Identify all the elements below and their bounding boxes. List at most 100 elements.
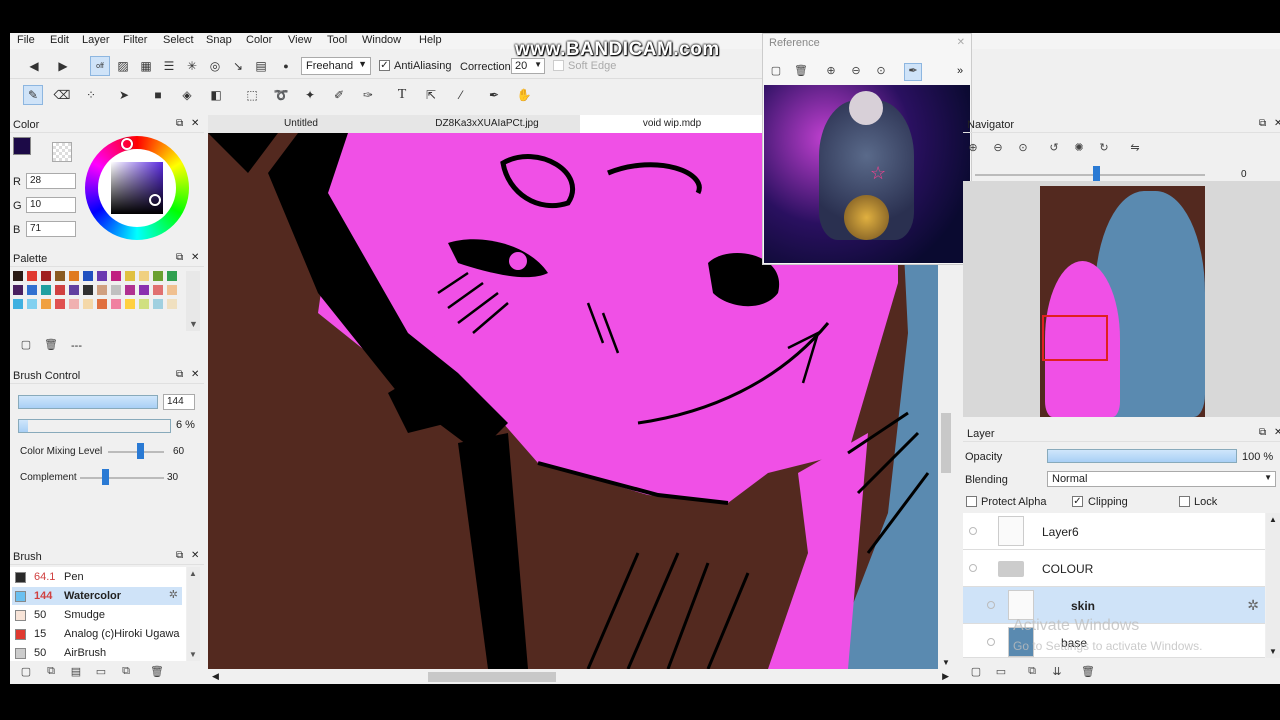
complement-knob[interactable] [102, 469, 109, 485]
palette-swatch[interactable] [153, 299, 163, 309]
palette-swatch[interactable] [27, 271, 37, 281]
snap-curve-icon[interactable]: ↘ [228, 56, 248, 76]
close-icon[interactable]: ✕ [191, 118, 199, 129]
dot-icon[interactable]: ● [276, 56, 296, 76]
palette-swatch[interactable] [139, 299, 149, 309]
select-eraser-icon[interactable]: ✑ [358, 85, 378, 105]
visibility-icon[interactable] [987, 601, 995, 609]
sv-handle[interactable] [149, 194, 161, 206]
palette-swatch[interactable] [55, 271, 65, 281]
r-field[interactable]: 28 [26, 173, 76, 189]
hand-tool-icon[interactable]: ✋ [514, 85, 534, 105]
brush-item-watercolor[interactable]: 144 Watercolor ✲ [12, 587, 182, 605]
mixing-knob[interactable] [137, 443, 144, 459]
brush-item-pen[interactable]: 64.1 Pen [12, 568, 182, 586]
palette-swatch[interactable] [13, 285, 23, 295]
menu-view[interactable]: View [288, 34, 312, 46]
palette-swatch[interactable] [69, 299, 79, 309]
undock-icon[interactable]: ⧉ [176, 550, 183, 561]
palette-swatch[interactable] [97, 285, 107, 295]
folder-icon[interactable]: ▭ [94, 665, 108, 679]
blending-select[interactable]: Normal ▼ [1047, 471, 1276, 487]
layer-row-colour[interactable]: COLOUR [963, 550, 1265, 587]
clipping-checkbox[interactable]: ✓ [1072, 496, 1083, 507]
palette-swatch[interactable] [97, 299, 107, 309]
snap-lines-icon[interactable]: ☰ [159, 56, 179, 76]
snap-grid-icon[interactable]: ▦ [136, 56, 156, 76]
rotate-right-icon[interactable]: ↻ [1097, 141, 1111, 155]
palette-swatch[interactable] [153, 271, 163, 281]
mixing-track[interactable] [108, 451, 164, 453]
palette-swatch[interactable] [167, 285, 177, 295]
palette-swatch[interactable] [27, 285, 37, 295]
palette-swatch[interactable] [13, 299, 23, 309]
sv-square[interactable] [111, 162, 163, 214]
menu-edit[interactable]: Edit [50, 34, 69, 46]
snap-parallel-icon[interactable]: ▨ [113, 56, 133, 76]
text-tool-icon[interactable]: T [392, 85, 412, 105]
palette-swatch[interactable] [153, 285, 163, 295]
lasso-tool-icon[interactable]: ➰ [271, 85, 291, 105]
antialiasing-checkbox[interactable]: ✓ [379, 60, 390, 71]
transparent-swatch[interactable] [52, 142, 72, 162]
palette-swatch[interactable] [167, 299, 177, 309]
close-icon[interactable]: ✕ [957, 37, 965, 48]
menu-filter[interactable]: Filter [123, 34, 147, 46]
zoom-reset-icon[interactable]: ⊙ [874, 64, 888, 78]
snap-perspective-icon[interactable]: ▤ [251, 56, 271, 76]
duplicate-icon[interactable]: ⧉ [119, 665, 133, 679]
visibility-icon[interactable] [969, 564, 977, 572]
palette-swatch[interactable] [27, 299, 37, 309]
lock-checkbox[interactable] [1179, 496, 1190, 507]
dot-tool-icon[interactable]: ⁘ [81, 85, 101, 105]
zoom-out-icon[interactable]: ⊖ [991, 141, 1005, 155]
close-icon[interactable]: ✕ [191, 252, 199, 263]
zoom-in-icon[interactable]: ⊕ [824, 64, 838, 78]
undock-icon[interactable]: ⧉ [176, 252, 183, 263]
close-icon[interactable]: ✕ [191, 550, 199, 561]
palette-swatch[interactable] [55, 285, 65, 295]
palette-swatch[interactable] [41, 271, 51, 281]
b-field[interactable]: 71 [26, 221, 76, 237]
delete-icon[interactable]: 🗑 [150, 665, 164, 679]
delete-icon[interactable]: 🗑 [794, 64, 808, 78]
snap-circle-icon[interactable]: ◎ [205, 56, 225, 76]
brush-item-analog[interactable]: 15 Analog (c)Hiroki Ugawa [12, 625, 182, 643]
menu-color[interactable]: Color [246, 34, 272, 46]
merge-layer-icon[interactable]: ⇊ [1050, 665, 1064, 679]
palette-swatch[interactable] [41, 285, 51, 295]
palette-more[interactable]: --- [71, 340, 82, 352]
undock-icon[interactable]: ⧉ [176, 369, 183, 380]
brush-size-field[interactable]: 144 [163, 394, 195, 410]
g-field[interactable]: 10 [26, 197, 76, 213]
min-size-bar[interactable] [18, 419, 171, 433]
palette-swatch[interactable] [69, 285, 79, 295]
hue-handle[interactable] [121, 138, 133, 150]
new-palette-icon[interactable]: ▢ [19, 338, 33, 352]
primary-color-swatch[interactable] [13, 137, 31, 155]
bucket-tool-icon[interactable]: ◈ [177, 85, 197, 105]
viewport-rect[interactable] [1042, 315, 1108, 361]
zoom-reset-icon[interactable]: ⊙ [1016, 141, 1030, 155]
magic-wand-icon[interactable]: ✦ [300, 85, 320, 105]
snap-radial-icon[interactable]: ✳ [182, 56, 202, 76]
canvas-horizontal-scrollbar[interactable]: ◀ ▶ [208, 670, 953, 684]
mode-select[interactable]: Freehand ▼ [301, 57, 371, 75]
tab-void-wip[interactable]: void wip.mdp [580, 115, 764, 133]
eyedropper-icon[interactable]: ✒ [904, 63, 922, 81]
palette-swatch[interactable] [139, 271, 149, 281]
menu-select[interactable]: Select [163, 34, 194, 46]
menu-tool[interactable]: Tool [327, 34, 347, 46]
delete-icon[interactable]: 🗑 [44, 338, 58, 352]
brush-size-bar[interactable] [18, 395, 158, 409]
palette-swatch[interactable] [167, 271, 177, 281]
menu-window[interactable]: Window [362, 34, 401, 46]
flip-icon[interactable]: ⇋ [1128, 141, 1142, 155]
undock-icon[interactable]: ⧉ [176, 118, 183, 129]
layer-scrollbar[interactable]: ▲ ▼ [1266, 513, 1280, 658]
close-icon[interactable]: ✕ [191, 369, 199, 380]
palette-swatch[interactable] [83, 285, 93, 295]
palette-swatch[interactable] [111, 285, 121, 295]
new-icon[interactable]: ▢ [769, 64, 783, 78]
palette-swatch[interactable] [13, 271, 23, 281]
